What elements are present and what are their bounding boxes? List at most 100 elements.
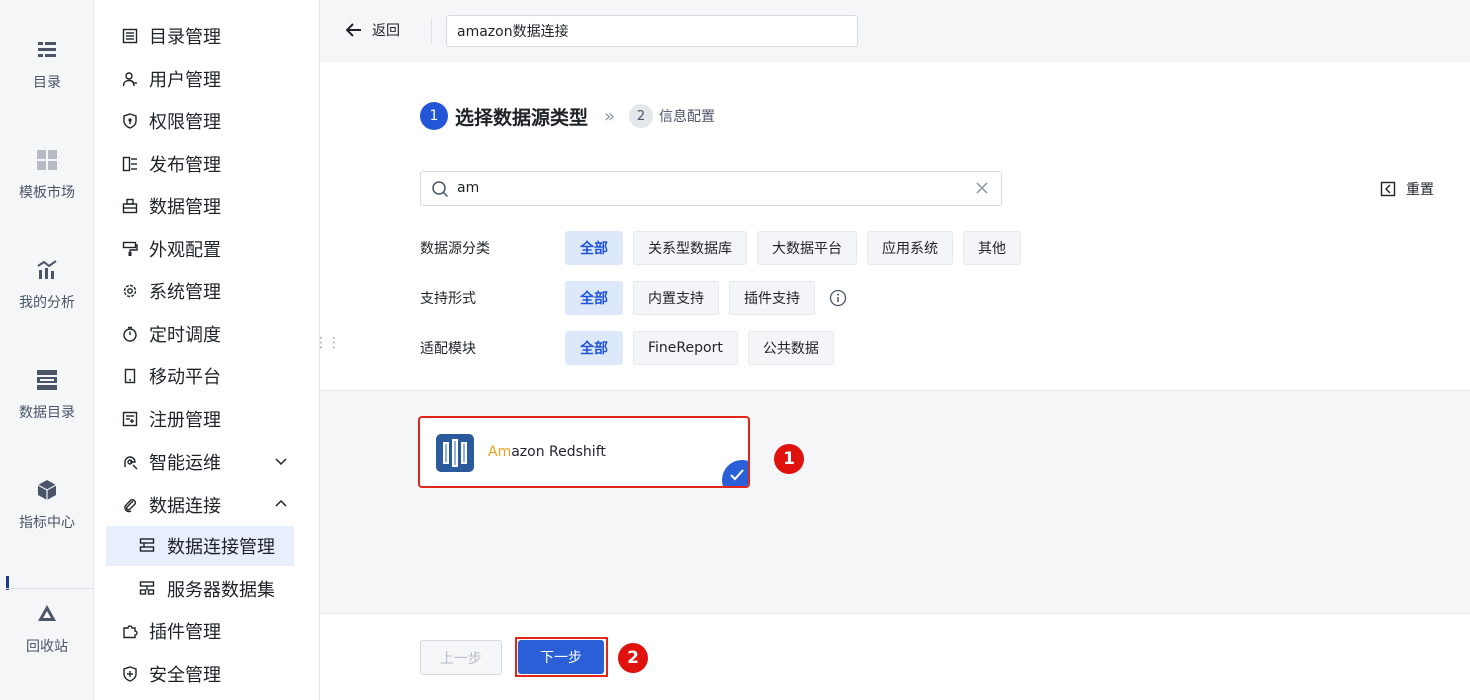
nav-item-permissions[interactable]: 权限管理: [94, 101, 320, 141]
filter-chip-big-data[interactable]: 大数据平台: [757, 231, 857, 265]
nav-sub-label: 数据连接管理: [167, 537, 275, 558]
info-icon[interactable]: [829, 289, 847, 307]
filter-chip-all[interactable]: 全部: [565, 281, 623, 315]
filter-label: 适配模块: [420, 341, 476, 357]
redshift-logo-icon: [436, 434, 474, 472]
timer-icon: [121, 325, 139, 343]
nav-sub-label: 服务器数据集: [167, 580, 275, 601]
user-icon: [121, 70, 139, 88]
filter-chip-all[interactable]: 全部: [565, 231, 623, 265]
nav-label: 安全管理: [149, 665, 221, 686]
rail-item-metric-center[interactable]: 指标中心: [0, 478, 94, 532]
step-indicator: 1 选择数据源类型 » 2 信息配置: [420, 102, 715, 130]
search-input[interactable]: am: [420, 171, 1002, 206]
rail-item-recycle-bin[interactable]: 回收站: [0, 602, 94, 656]
nav-label: 用户管理: [149, 70, 221, 91]
prev-step-button[interactable]: 上一步: [420, 640, 502, 675]
rail-item-template-market[interactable]: 模板市场: [0, 148, 94, 202]
back-button[interactable]: 返回: [346, 20, 400, 40]
filter-chip-plugin[interactable]: 插件支持: [729, 281, 815, 315]
nav-item-data-connection[interactable]: 数据连接: [94, 485, 320, 525]
data-box-icon: [121, 197, 139, 215]
nav-label: 注册管理: [149, 410, 221, 431]
catalog-icon: [121, 27, 139, 45]
recycle-icon: [38, 605, 56, 621]
template-grid-icon: [37, 150, 57, 170]
mobile-icon: [121, 367, 139, 385]
nav-item-appearance[interactable]: 外观配置: [94, 229, 320, 269]
nav-label: 数据连接: [149, 496, 221, 517]
filter-chip-finereport[interactable]: FineReport: [633, 331, 738, 365]
publish-icon: [121, 155, 139, 173]
ops-icon: [121, 453, 139, 471]
filter-label: 数据源分类: [420, 241, 490, 257]
nav-item-data[interactable]: 数据管理: [94, 186, 320, 226]
rail-label: 目录: [33, 75, 61, 91]
nav-subitem-server-dataset[interactable]: 服务器数据集: [106, 569, 294, 609]
nav-item-plugins[interactable]: 插件管理: [94, 611, 320, 651]
nav-item-register[interactable]: 注册管理: [94, 399, 320, 439]
datasource-name-rest: azon Redshift: [511, 444, 606, 460]
nav-label: 目录管理: [149, 27, 221, 48]
double-chevron-right-icon: »: [604, 105, 616, 127]
chevron-down-icon[interactable]: [274, 454, 288, 468]
nav-item-schedule[interactable]: 定时调度: [94, 314, 320, 354]
clear-icon[interactable]: [975, 181, 989, 195]
reset-label: 重置: [1406, 182, 1434, 198]
icon-rail: 目录 模板市场 我的分析 数据目录 指标中心 回收站: [0, 0, 94, 700]
search-icon: [432, 181, 449, 198]
rail-divider: [6, 588, 94, 589]
main-content: 返回 1 选择数据源类型 » 2 信息配置 am 重置 数据源分类 全部 关系型…: [320, 0, 1470, 700]
connection-name-input[interactable]: [446, 15, 858, 47]
rail-label: 回收站: [26, 639, 68, 655]
nav-item-mobile[interactable]: 移动平台: [94, 356, 320, 396]
nav-label: 系统管理: [149, 282, 221, 303]
step-1-number: 1: [420, 102, 448, 130]
connection-icon: [139, 537, 157, 555]
filter-row-category: 数据源分类 全部 关系型数据库 大数据平台 应用系统 其他: [420, 231, 1031, 265]
nav-label: 智能运维: [149, 453, 221, 474]
nav-item-users[interactable]: 用户管理: [94, 59, 320, 99]
filter-chip-relational-db[interactable]: 关系型数据库: [633, 231, 747, 265]
nav-label: 定时调度: [149, 325, 221, 346]
datasource-card-amazon-redshift[interactable]: Amazon Redshift: [418, 416, 750, 488]
reset-button[interactable]: 重置: [1380, 179, 1434, 199]
rail-label: 数据目录: [19, 405, 75, 421]
nav-label: 移动平台: [149, 367, 221, 388]
chevron-up-icon[interactable]: [274, 497, 288, 511]
filter-chip-app-system[interactable]: 应用系统: [867, 231, 953, 265]
filter-chip-all[interactable]: 全部: [565, 331, 623, 365]
next-step-button[interactable]: 下一步: [518, 640, 604, 674]
rail-item-data-catalog[interactable]: 数据目录: [0, 368, 94, 422]
analysis-chart-icon: [37, 260, 57, 279]
annotation-badge-2: 2: [618, 643, 648, 673]
nav-label: 权限管理: [149, 112, 221, 133]
back-label: 返回: [372, 23, 400, 39]
filter-chip-public-data[interactable]: 公共数据: [747, 331, 834, 365]
filter-chip-builtin[interactable]: 内置支持: [633, 281, 719, 315]
top-bar: 返回: [320, 0, 1470, 62]
rail-item-my-analysis[interactable]: 我的分析: [0, 258, 94, 312]
search-highlight: Am: [488, 444, 512, 460]
shield-key-icon: [121, 112, 139, 130]
nav-item-security[interactable]: 安全管理: [94, 654, 320, 694]
paint-roller-icon: [121, 240, 139, 258]
paperclip-icon: [121, 496, 139, 514]
rail-label: 指标中心: [19, 515, 75, 531]
nav-subitem-connection-manage[interactable]: 数据连接管理: [106, 526, 294, 566]
nav-item-smart-ops[interactable]: 智能运维: [94, 442, 320, 482]
server-dataset-icon: [139, 580, 157, 598]
nav-label: 外观配置: [149, 240, 221, 261]
rail-item-catalog[interactable]: 目录: [0, 38, 94, 92]
nav-item-catalog[interactable]: 目录管理: [94, 16, 320, 56]
nav-item-system[interactable]: 系统管理: [94, 271, 320, 311]
search-value: am: [457, 180, 480, 196]
reset-icon: [1380, 181, 1396, 197]
filter-chip-other[interactable]: 其他: [963, 231, 1021, 265]
annotation-badge-1: 1: [774, 444, 804, 474]
selected-check-icon: [722, 460, 748, 486]
arrow-left-icon: [346, 23, 361, 37]
nav-item-publish[interactable]: 发布管理: [94, 144, 320, 184]
rail-label: 我的分析: [19, 295, 75, 311]
step-2-number: 2: [629, 104, 654, 128]
